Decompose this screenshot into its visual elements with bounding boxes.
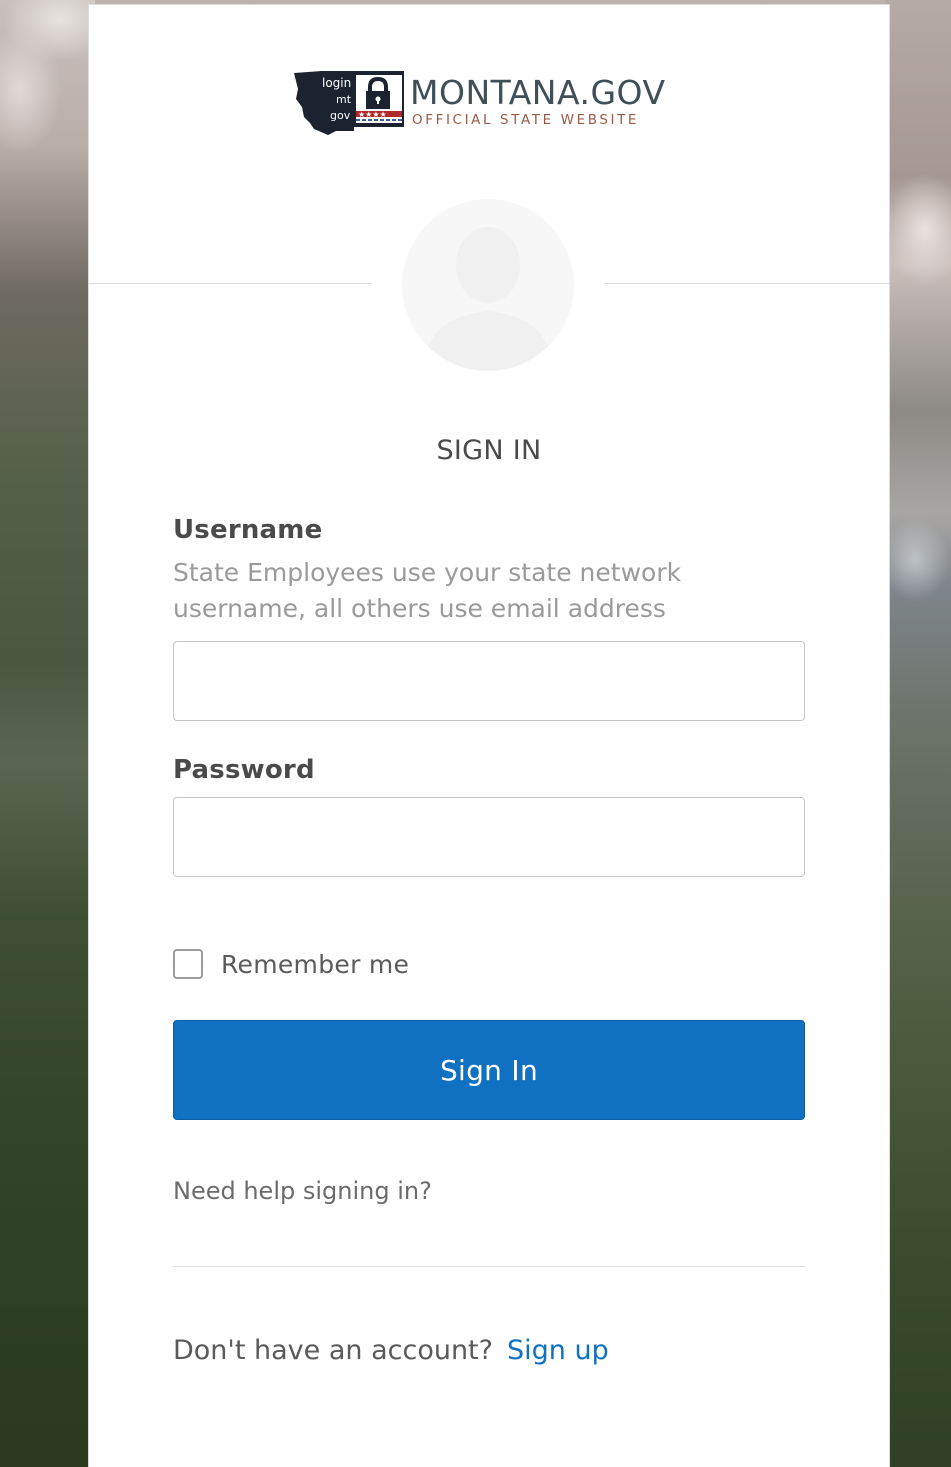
username-hint: State Employees use your state network u… (173, 555, 805, 627)
username-hint-line-1: State Employees use your state network (173, 558, 682, 587)
remember-me-row[interactable]: Remember me (173, 949, 409, 979)
password-label: Password (173, 755, 315, 785)
background-mountains-right (885, 0, 951, 1467)
sign-in-button[interactable]: Sign In (173, 1020, 805, 1120)
password-input[interactable] (173, 797, 805, 877)
montana-gov-logo: login mt gov ★★★★ MONTANA.GOV OFFICIAL S… (292, 67, 687, 139)
header-divider-left (89, 283, 372, 284)
sign-up-link[interactable]: Sign up (507, 1335, 609, 1366)
logo-badge-line-1: login (322, 76, 351, 90)
signup-row: Don't have an account? Sign up (173, 1335, 609, 1366)
sign-in-card: login mt gov ★★★★ MONTANA.GOV OFFICIAL S… (88, 4, 890, 1467)
logo-badge-line-3: gov (330, 109, 351, 122)
username-input[interactable] (173, 641, 805, 721)
signup-prompt: Don't have an account? (173, 1335, 493, 1366)
logo-title: MONTANA.GOV (410, 73, 666, 112)
need-help-link[interactable]: Need help signing in? (173, 1177, 432, 1205)
montana-map-logo-icon: login mt gov ★★★★ (294, 71, 404, 135)
logo-subtitle: OFFICIAL STATE WEBSITE (412, 112, 640, 128)
username-hint-line-2: username, all others use email address (173, 594, 666, 623)
footer-divider (173, 1266, 805, 1267)
login-page: login mt gov ★★★★ MONTANA.GOV OFFICIAL S… (0, 0, 951, 1467)
remember-me-label[interactable]: Remember me (221, 950, 409, 979)
page-title: SIGN IN (436, 435, 542, 466)
background-mountains-left (0, 0, 95, 1467)
header-divider-right (604, 283, 889, 284)
remember-me-checkbox[interactable] (173, 949, 203, 979)
sign-in-form: Username State Employees use your state … (173, 515, 805, 877)
username-label: Username (173, 515, 323, 545)
logo-badge-line-2: mt (336, 93, 352, 106)
user-avatar-icon (402, 199, 574, 371)
